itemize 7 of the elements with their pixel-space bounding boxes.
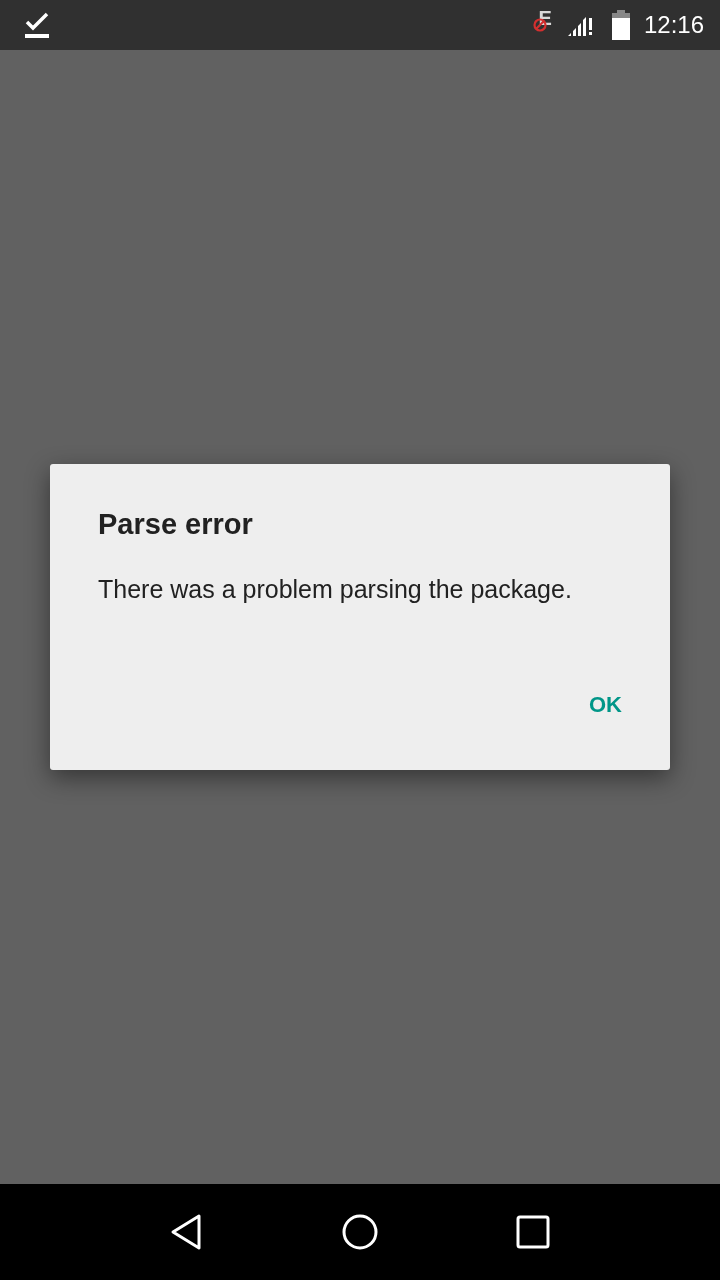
battery-icon [611, 10, 630, 40]
home-icon[interactable] [340, 1212, 380, 1252]
dialog-message: There was a problem parsing the package. [98, 575, 573, 604]
download-done-icon [24, 11, 50, 39]
clock-time: 12:16 [643, 11, 704, 39]
dialog-title: Parse error [98, 508, 254, 541]
ok-button[interactable]: OK [569, 688, 642, 722]
